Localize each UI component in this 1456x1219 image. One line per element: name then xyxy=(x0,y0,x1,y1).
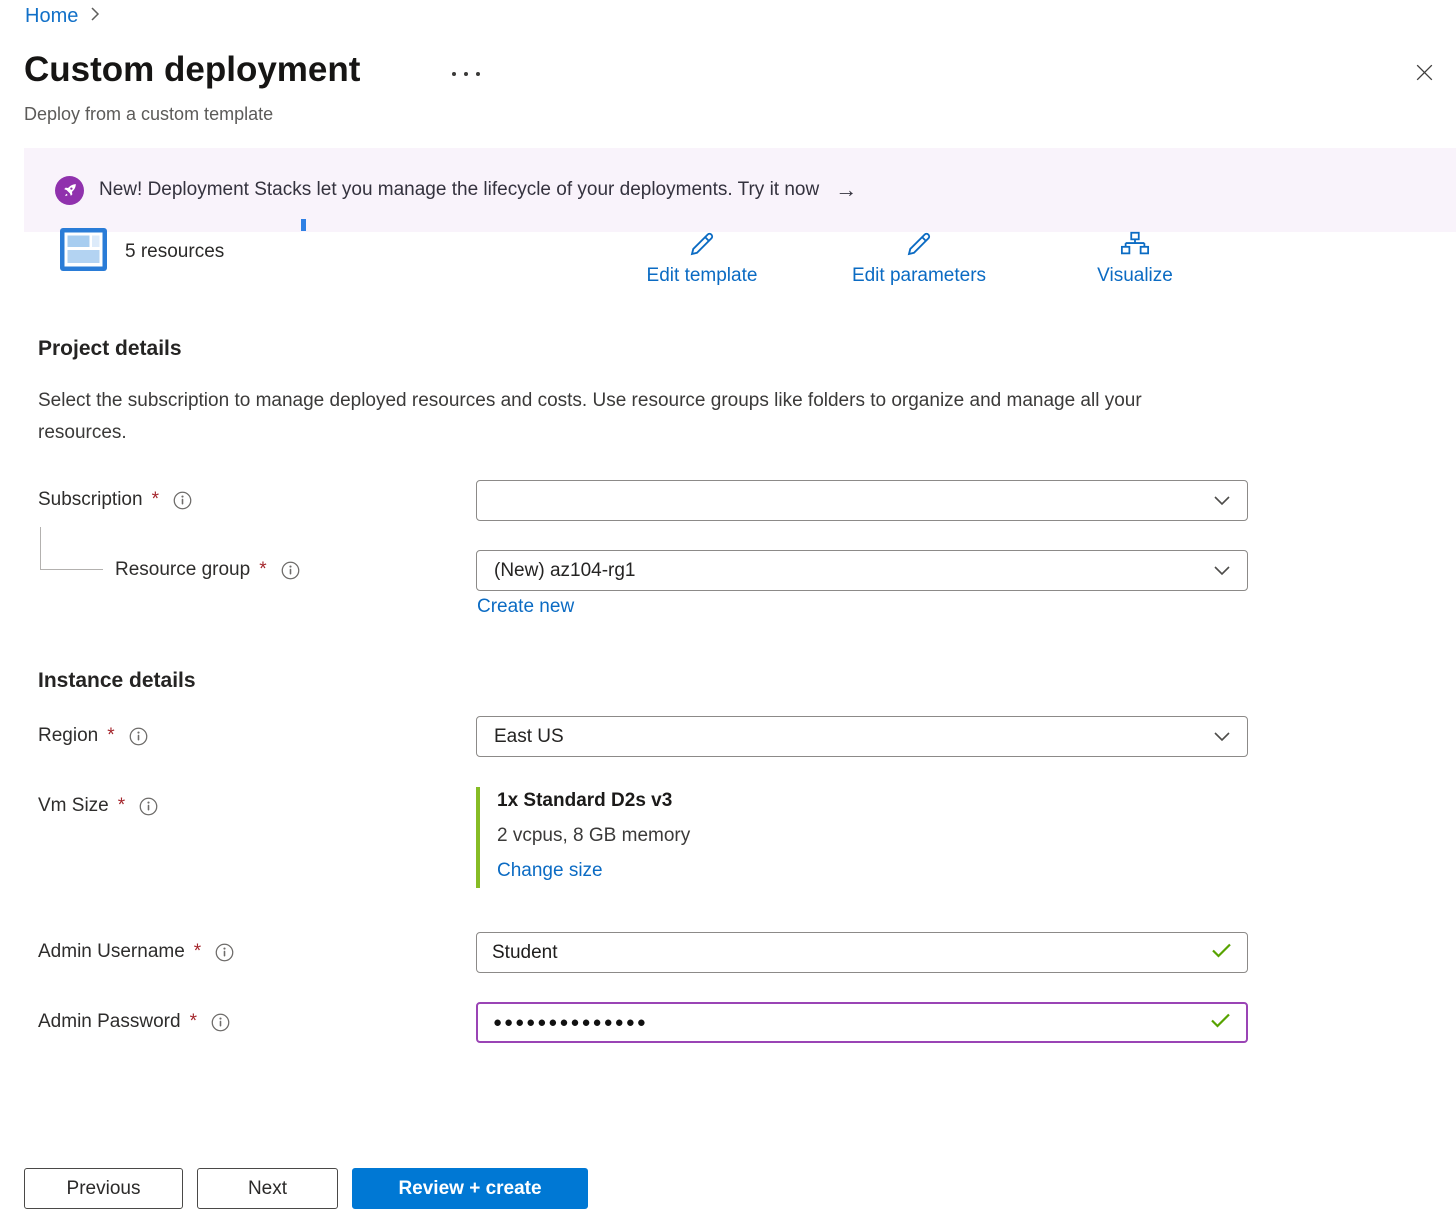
admin-username-field-wrap xyxy=(476,932,1248,973)
vm-size-specs: 2 vcpus, 8 GB memory xyxy=(497,825,690,847)
required-asterisk: * xyxy=(118,795,125,817)
clipped-link-artifact xyxy=(301,219,306,231)
next-button[interactable]: Next xyxy=(197,1168,338,1209)
vm-size-label: Vm Size * xyxy=(38,795,158,817)
admin-username-label: Admin Username * xyxy=(38,941,234,963)
admin-password-label: Admin Password * xyxy=(38,1011,230,1033)
required-asterisk: * xyxy=(194,941,201,963)
template-icon xyxy=(60,228,107,276)
edit-template-button[interactable]: Edit template xyxy=(592,229,812,287)
banner-message: New! Deployment Stacks let you manage th… xyxy=(99,179,819,201)
field-indent-connector xyxy=(40,527,103,570)
project-details-heading: Project details xyxy=(38,337,182,361)
required-asterisk: * xyxy=(259,559,266,581)
resource-count: 5 resources xyxy=(125,241,224,263)
deployment-stacks-banner[interactable]: New! Deployment Stacks let you manage th… xyxy=(24,148,1456,232)
page-title: Custom deployment xyxy=(24,50,360,90)
visualize-button[interactable]: Visualize xyxy=(1025,229,1245,287)
breadcrumb: Home xyxy=(25,5,100,28)
resource-group-dropdown[interactable]: (New) az104-rg1 xyxy=(476,550,1248,591)
chevron-down-icon xyxy=(1214,560,1230,582)
info-icon[interactable] xyxy=(173,491,192,510)
valid-check-icon xyxy=(1211,942,1232,963)
info-icon[interactable] xyxy=(215,943,234,962)
more-options-icon[interactable] xyxy=(452,72,480,76)
info-icon[interactable] xyxy=(139,797,158,816)
resource-group-label: Resource group * xyxy=(115,559,300,581)
change-size-link[interactable]: Change size xyxy=(497,860,603,882)
admin-username-input[interactable] xyxy=(492,942,1203,964)
valid-check-icon xyxy=(1210,1012,1231,1033)
chevron-down-icon xyxy=(1214,726,1230,748)
chevron-right-icon xyxy=(90,6,100,27)
custom-deployment-page: Home Custom deployment Deploy from a cus… xyxy=(0,0,1456,1219)
breadcrumb-home-link[interactable]: Home xyxy=(25,5,78,28)
subscription-label: Subscription * xyxy=(38,489,192,511)
subscription-dropdown[interactable] xyxy=(476,480,1248,521)
info-icon[interactable] xyxy=(211,1013,230,1032)
admin-password-input[interactable] xyxy=(493,1014,1202,1031)
admin-password-field-wrap xyxy=(476,1002,1248,1043)
rocket-icon xyxy=(55,176,84,205)
project-details-description: Select the subscription to manage deploy… xyxy=(38,385,1188,449)
required-asterisk: * xyxy=(107,725,114,747)
required-asterisk: * xyxy=(190,1011,197,1033)
resource-group-value: (New) az104-rg1 xyxy=(494,560,636,582)
review-create-button[interactable]: Review + create xyxy=(352,1168,588,1209)
region-label: Region * xyxy=(38,725,148,747)
edit-parameters-button[interactable]: Edit parameters xyxy=(809,229,1029,287)
close-icon[interactable] xyxy=(1408,56,1440,88)
previous-button[interactable]: Previous xyxy=(24,1168,183,1209)
region-value: East US xyxy=(494,726,564,748)
pencil-icon xyxy=(687,229,717,262)
vm-size-selection: 1x Standard D2s v3 2 vcpus, 8 GB memory … xyxy=(476,787,690,888)
arrow-right-icon: → xyxy=(835,177,857,203)
create-new-link[interactable]: Create new xyxy=(477,596,574,618)
region-dropdown[interactable]: East US xyxy=(476,716,1248,757)
vm-size-title: 1x Standard D2s v3 xyxy=(497,790,690,812)
page-subtitle: Deploy from a custom template xyxy=(24,104,273,125)
pencil-icon xyxy=(904,229,934,262)
required-asterisk: * xyxy=(152,489,159,511)
instance-details-heading: Instance details xyxy=(38,669,196,693)
chevron-down-icon xyxy=(1214,490,1230,512)
info-icon[interactable] xyxy=(281,561,300,580)
org-chart-icon xyxy=(1120,229,1150,262)
info-icon[interactable] xyxy=(129,727,148,746)
